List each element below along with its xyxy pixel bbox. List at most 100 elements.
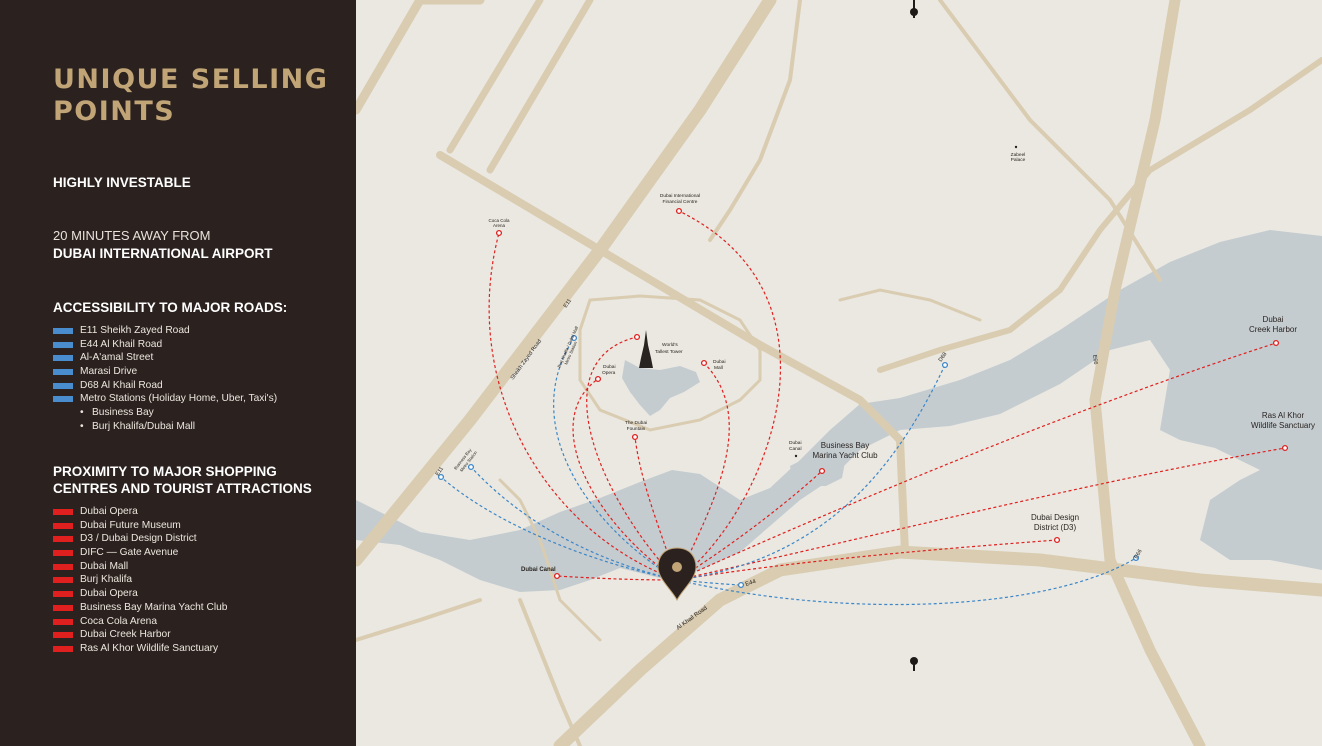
label-fountain-1: The Dubai bbox=[625, 420, 647, 426]
page-title: UNIQUE SELLING POINTS bbox=[53, 64, 328, 128]
red-swatch-icon bbox=[53, 522, 73, 529]
label-mall-2: Mall bbox=[714, 365, 723, 371]
compass-pin-icon bbox=[910, 0, 918, 18]
legend-item: Dubai Mall bbox=[53, 560, 227, 574]
legend-label: Dubai Opera bbox=[80, 506, 138, 517]
legend-item: Metro Stations (Holiday Home, Uber, Taxi… bbox=[53, 392, 277, 406]
water-bodies bbox=[356, 230, 1322, 592]
legend-label: Ras Al Khor Wildlife Sanctuary bbox=[80, 642, 219, 654]
legend-item: Coca Cola Arena bbox=[53, 615, 227, 629]
attractions-heading: PROXIMITY TO MAJOR SHOPPING CENTRES AND … bbox=[53, 463, 312, 497]
legend-label: Dubai Future Museum bbox=[80, 519, 181, 531]
legend-item: Burj Khalifa bbox=[53, 573, 227, 587]
dot-mall bbox=[700, 359, 708, 367]
label-ras-1: Ras Al Khor bbox=[1262, 411, 1305, 420]
roads-heading: ACCESSIBILITY TO MAJOR ROADS: bbox=[53, 300, 288, 315]
legend-item: DIFC — Gate Avenue bbox=[53, 546, 227, 560]
label-opera-2: Opera bbox=[602, 370, 616, 376]
legend-label: D3 / Dubai Design District bbox=[80, 533, 197, 545]
blue-swatch-icon bbox=[53, 369, 73, 376]
airport-prefix: 20 MINUTES AWAY FROM bbox=[53, 228, 211, 243]
label-zabeel-2: Palace bbox=[1011, 157, 1026, 163]
label-creek-2: Creek Harbor bbox=[1249, 325, 1297, 334]
legend-label: Marasi Drive bbox=[80, 366, 138, 378]
sheikh-zayed-road bbox=[356, 0, 777, 567]
label-opera-1: Dubai bbox=[603, 364, 616, 370]
dot-creek bbox=[1272, 339, 1280, 347]
legend-label: E11 Sheikh Zayed Road bbox=[80, 325, 190, 336]
label-canal-small-2: Canal bbox=[789, 446, 802, 452]
road-diagonal-b bbox=[486, 0, 594, 174]
highly-investable-heading: HIGHLY INVESTABLE bbox=[53, 175, 191, 190]
dot-fountain bbox=[631, 433, 639, 441]
legend-label: DIFC — Gate Avenue bbox=[80, 547, 179, 559]
sidebar-panel: UNIQUE SELLING POINTS HIGHLY INVESTABLE … bbox=[0, 0, 356, 746]
roads-legend: E11 Sheikh Zayed Road E44 Al Khail Road … bbox=[53, 324, 277, 406]
legend-item: Dubai Creek Harbor bbox=[53, 628, 227, 642]
location-pin-icon bbox=[657, 547, 697, 602]
road-nw bbox=[356, 0, 485, 115]
burj-lake bbox=[622, 360, 700, 416]
label-e66-vertical: E66 bbox=[1091, 354, 1098, 365]
dot-small-canal bbox=[794, 454, 798, 458]
legend-label: Metro Stations (Holiday Home, Uber, Taxi… bbox=[80, 393, 278, 405]
dot-canal bbox=[553, 572, 561, 580]
road-east bbox=[838, 288, 982, 322]
red-swatch-icon bbox=[53, 591, 73, 598]
dot-d68 bbox=[941, 361, 949, 369]
map-canvas: Coca Cola Arena Dubai International Fina… bbox=[356, 0, 1322, 746]
dot-e44 bbox=[737, 581, 745, 589]
blue-swatch-icon bbox=[53, 382, 73, 389]
legend-label: Al-A'amal Street bbox=[80, 352, 154, 364]
red-swatch-icon bbox=[53, 550, 73, 557]
red-swatch-icon bbox=[53, 563, 73, 570]
label-fountain-2: Fountain bbox=[627, 426, 646, 432]
attractions-heading-line-2: CENTRES AND TOURIST ATTRACTIONS bbox=[53, 481, 312, 496]
blue-swatch-icon bbox=[53, 341, 73, 348]
legend-item: D68 Al Khail Road bbox=[53, 379, 277, 393]
metro-station-item: Business Bay bbox=[80, 406, 195, 420]
legend-item: E11 Sheikh Zayed Road bbox=[53, 324, 277, 338]
blue-swatch-icon bbox=[53, 355, 73, 362]
red-swatch-icon bbox=[53, 509, 73, 515]
legend-label: Coca Cola Arena bbox=[80, 615, 158, 627]
label-ras-2: Wildlife Sanctuary bbox=[1251, 421, 1315, 430]
label-creek-1: Dubai bbox=[1263, 315, 1284, 324]
road-sw bbox=[356, 598, 482, 642]
location-map[interactable]: Coca Cola Arena Dubai International Fina… bbox=[356, 0, 1322, 746]
label-dubai-canal: Dubai Canal bbox=[521, 567, 556, 573]
red-swatch-icon bbox=[53, 618, 73, 625]
red-swatch-icon bbox=[53, 577, 73, 584]
dot-ras bbox=[1281, 444, 1289, 452]
legend-label: E44 Al Khail Road bbox=[80, 338, 163, 350]
legend-label: Dubai Mall bbox=[80, 560, 129, 572]
label-d3-1: Dubai Design bbox=[1031, 513, 1079, 522]
legend-label: Burj Khalifa bbox=[80, 574, 133, 586]
dot-zabeel bbox=[1014, 145, 1018, 149]
label-canal-small-1: Dubai bbox=[789, 440, 802, 446]
road-north bbox=[708, 0, 802, 242]
label-e66: E66 bbox=[1134, 549, 1144, 560]
legend-label: D68 Al Khail Road bbox=[80, 379, 163, 391]
legend-label: Dubai Opera bbox=[80, 588, 138, 600]
airport-name: DUBAI INTERNATIONAL AIRPORT bbox=[53, 246, 273, 261]
red-swatch-icon bbox=[53, 536, 73, 543]
legend-label: Business Bay Marina Yacht Club bbox=[80, 601, 228, 613]
dot-tallest bbox=[633, 333, 641, 341]
red-swatch-icon bbox=[53, 632, 73, 639]
title-line-2: POINTS bbox=[53, 96, 176, 127]
label-d3-2: District (D3) bbox=[1034, 523, 1077, 532]
creek-water bbox=[356, 230, 1322, 592]
legend-item: Marasi Drive bbox=[53, 365, 277, 379]
dot-coca-cola bbox=[495, 229, 503, 237]
compass-pin-icon bbox=[910, 657, 918, 671]
label-bbmyc-2: Marina Yacht Club bbox=[812, 451, 878, 460]
dot-bbmyc bbox=[818, 467, 826, 475]
legend-item: D3 / Dubai Design District bbox=[53, 532, 227, 546]
red-swatch-icon bbox=[53, 645, 73, 652]
road-south-a bbox=[518, 598, 582, 746]
legend-label: Dubai Creek Harbor bbox=[80, 629, 171, 641]
legend-item: Ras Al Khor Wildlife Sanctuary bbox=[53, 642, 227, 656]
label-bbmyc-1: Business Bay bbox=[821, 441, 869, 450]
label-difc-2: Financial Centre bbox=[663, 199, 698, 205]
